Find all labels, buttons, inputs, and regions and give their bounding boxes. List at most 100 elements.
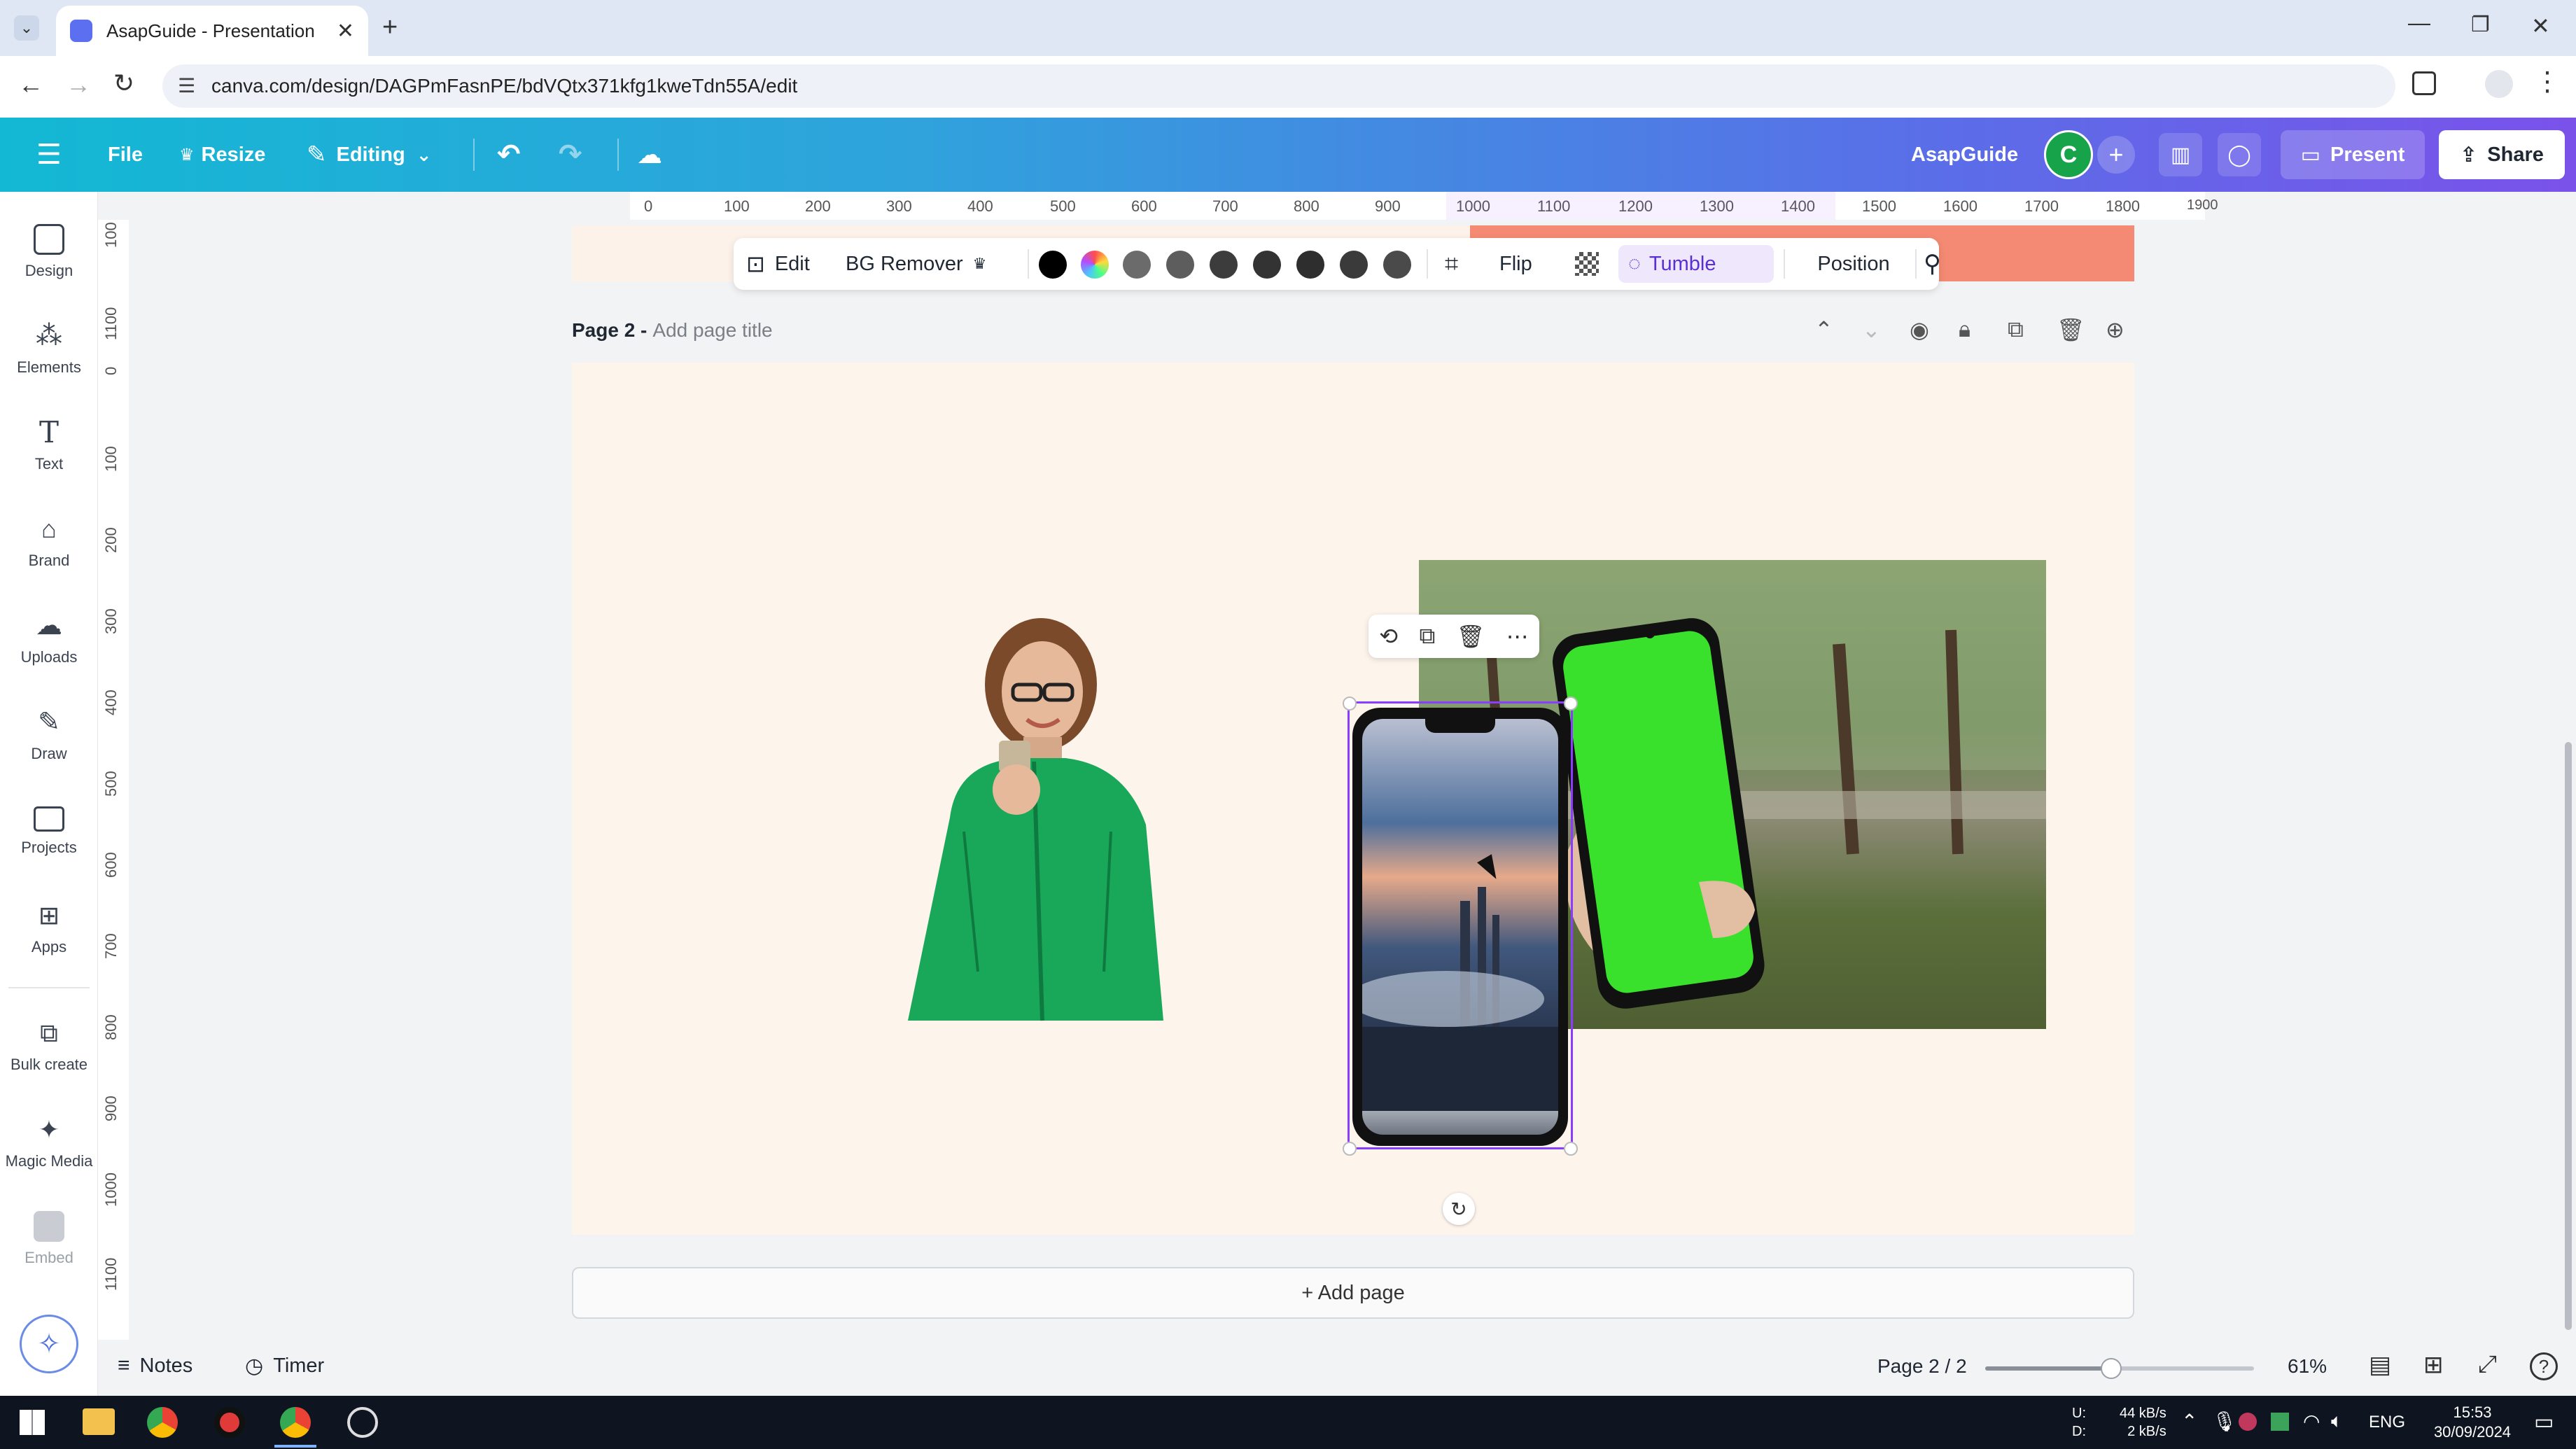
browser-menu-icon[interactable]: ⋮ [2534,66,2561,97]
sidebar-item-bulk-create[interactable]: ⧉ Bulk create [0,1018,98,1074]
extensions-icon[interactable] [2412,71,2436,95]
restore-icon[interactable]: ❐ [2471,13,2490,37]
invite-plus-icon[interactable]: + [2097,136,2135,174]
microphone-icon[interactable]: 🎙︎ [2212,1410,2237,1433]
browser-tab[interactable]: AsapGuide - Presentation ✕ [56,6,368,56]
main-menu-icon[interactable]: ☰ [36,118,62,192]
resize-handle[interactable] [1564,1142,1578,1156]
sidebar-item-projects[interactable]: Projects [0,804,98,857]
fullscreen-icon[interactable]: ⤢ [2478,1351,2497,1378]
timer-button[interactable]: ◷ Timer [245,1354,324,1378]
tray-app-icon[interactable] [2239,1413,2257,1431]
tray-app-icon[interactable] [2271,1413,2289,1431]
color-swatch[interactable] [1166,251,1194,279]
delete-page-icon[interactable]: 🗑︎ [2057,316,2085,343]
file-menu[interactable]: File [108,118,143,192]
color-swatch[interactable] [1253,251,1281,279]
color-swatch-black[interactable] [1039,251,1067,279]
tab-search-icon[interactable]: ⌄ [14,15,39,41]
comments-icon[interactable]: ◯ [2218,133,2261,176]
undo-icon[interactable]: ↶ [497,118,521,192]
color-swatch[interactable] [1296,251,1324,279]
design-page-2[interactable]: ⟲ ⧉ 🗑︎ ⋯ ↻ [572,363,2134,1235]
vertical-scrollbar[interactable] [2565,742,2572,1330]
sidebar-item-design[interactable]: Design [0,224,98,280]
bg-remover-button[interactable]: BG Remover ♛ [846,238,986,290]
magic-assistant-sparkle-icon[interactable]: ✧ [20,1315,78,1373]
redo-icon[interactable]: ↷ [559,118,582,192]
sidebar-item-text[interactable]: T Text [0,417,98,473]
record-app-icon[interactable] [214,1407,245,1438]
wifi-icon[interactable]: ◠ [2303,1410,2320,1433]
volume-icon[interactable]: 🔈︎ [2331,1410,2343,1433]
resize-handle[interactable] [1564,696,1578,710]
add-page-after-icon[interactable]: ⊕ [2106,316,2124,343]
minimize-icon[interactable]: — [2408,10,2430,36]
notes-button[interactable]: ≡ Notes [118,1354,192,1378]
zoom-level[interactable]: 61% [2288,1355,2327,1378]
chrome-active-icon[interactable] [280,1407,311,1438]
color-swatch[interactable] [1383,251,1411,279]
rotate-handle-icon[interactable]: ↻ [1443,1193,1475,1225]
pages-view-icon[interactable]: ▤ [2369,1351,2391,1379]
chrome-icon[interactable] [147,1407,178,1438]
system-clock[interactable]: 15:53 30/09/2024 [2425,1403,2520,1442]
sidebar-item-magic-media[interactable]: ✦ Magic Media [0,1114,98,1170]
sidebar-item-embed[interactable]: Embed [0,1211,98,1267]
hide-page-icon[interactable]: ◉ [1910,316,1929,343]
user-avatar[interactable]: C [2044,130,2093,179]
color-picker-rainbow-icon[interactable] [1081,251,1109,279]
present-button[interactable]: ▭ Present [2281,130,2425,179]
notifications-icon[interactable]: ▭ [2534,1410,2554,1434]
resize-handle[interactable] [1343,696,1357,710]
help-icon[interactable]: ? [2530,1352,2558,1380]
language-indicator[interactable]: ENG [2369,1413,2405,1432]
sidebar-item-apps[interactable]: ⊞ Apps [0,900,98,956]
editing-mode-dropdown[interactable]: ✎ Editing ⌄ [307,118,432,192]
grid-view-icon[interactable]: ⊞ [2423,1351,2444,1379]
add-page-button[interactable]: + Add page [572,1267,2134,1319]
comment-refresh-icon[interactable]: ⟲ [1379,623,1398,650]
close-tab-icon[interactable]: ✕ [337,19,354,43]
insights-chart-icon[interactable]: ▥ [2159,133,2202,176]
color-swatch[interactable] [1210,251,1238,279]
site-info-icon[interactable]: ☰ [178,74,195,97]
sidebar-item-brand[interactable]: ⌂ Brand [0,514,98,570]
crop-icon[interactable]: ⌗ [1445,238,1458,290]
color-swatch[interactable] [1340,251,1368,279]
more-options-icon[interactable]: ⋯ [1506,623,1529,650]
transparency-checker-icon[interactable] [1575,252,1599,276]
lock-page-icon[interactable]: 🔒︎ [1959,316,1970,343]
url-field[interactable]: ☰ canva.com/design/DAGPmFasnPE/bdVQtx371… [162,64,2395,108]
page-title-input[interactable]: Add page title [652,319,772,342]
sidebar-item-uploads[interactable]: ☁ Uploads [0,610,98,666]
clock-app-icon[interactable] [347,1407,378,1438]
sidebar-item-draw[interactable]: ✎ Draw [0,707,98,763]
cloud-saved-icon[interactable]: ☁ [637,118,662,192]
new-tab-icon[interactable]: + [382,13,398,43]
move-page-down-icon[interactable]: ⌄ [1862,316,1881,343]
page-indicator[interactable]: Page 2 / 2 [1877,1355,1967,1378]
resize-handle[interactable] [1343,1142,1357,1156]
edit-image-button[interactable]: ⊡ Edit [746,238,810,290]
sidebar-item-elements[interactable]: ⁂ Elements [0,321,98,377]
copy-style-paint-roller-icon[interactable]: ⚲ [1924,238,1941,290]
back-icon[interactable]: ← [18,70,43,99]
phone-frame-selection[interactable] [1343,696,1578,1156]
close-window-icon[interactable]: ✕ [2531,13,2550,39]
zoom-slider-track[interactable] [1985,1358,2254,1379]
file-explorer-icon[interactable] [83,1408,115,1435]
resize-button[interactable]: ♛ Resize [179,118,265,192]
windows-start-icon[interactable] [20,1410,45,1435]
forward-icon[interactable]: → [66,70,91,99]
profile-avatar[interactable] [2485,70,2513,98]
flip-button[interactable]: Flip [1499,238,1532,290]
reload-icon[interactable]: ↻ [113,69,134,98]
delete-icon[interactable]: 🗑︎ [1457,623,1485,650]
team-name[interactable]: AsapGuide [1911,118,2018,192]
position-button[interactable]: Position [1784,238,1924,290]
tray-chevron-up-icon[interactable]: ⌃ [2181,1410,2197,1433]
move-page-up-icon[interactable]: ⌃ [1814,316,1833,343]
tumble-animation-button[interactable]: ◌ Tumble [1618,245,1774,283]
woman-green-jacket-image[interactable] [894,608,1174,1032]
